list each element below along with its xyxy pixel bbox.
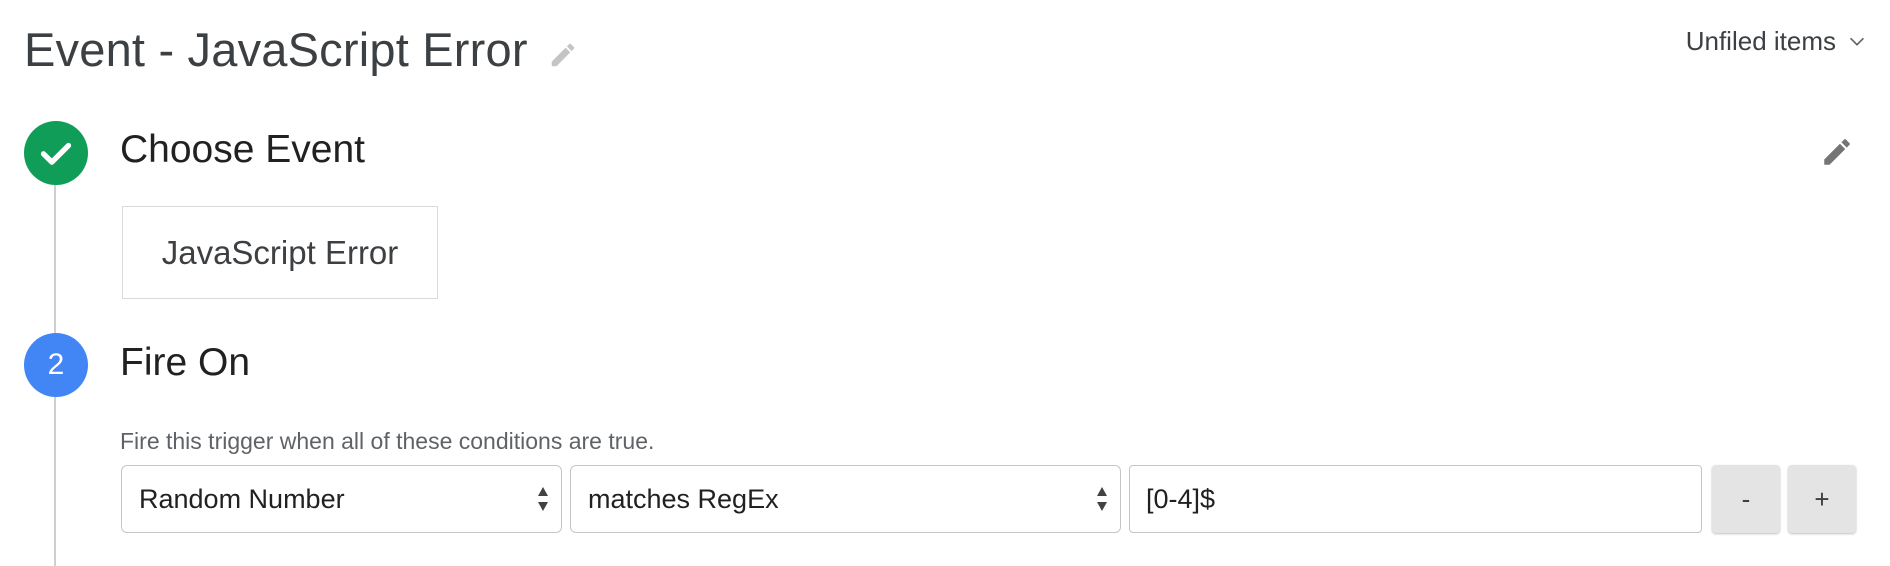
variable-select-value: Random Number: [139, 483, 345, 514]
timeline-connector: [54, 185, 56, 333]
step-number: 2: [47, 348, 65, 381]
step-number-indicator: 2: [24, 333, 88, 397]
operator-select-value: matches RegEx: [588, 483, 779, 514]
folder-dropdown[interactable]: Unfiled items: [1686, 26, 1868, 57]
step-title-fire-on: Fire On: [120, 341, 251, 384]
select-arrows-icon: [1097, 487, 1107, 511]
check-icon: [40, 142, 72, 165]
step-complete-indicator: [24, 121, 88, 185]
select-arrows-icon: [538, 487, 548, 511]
condition-description: Fire this trigger when all of these cond…: [120, 428, 655, 454]
selected-event-card[interactable]: JavaScript Error: [122, 206, 438, 299]
step-title-choose-event: Choose Event: [120, 128, 365, 171]
operator-select[interactable]: matches RegEx: [570, 465, 1121, 533]
add-condition-button[interactable]: +: [1788, 465, 1856, 533]
page-title: Event - JavaScript Error: [24, 23, 528, 76]
folder-label: Unfiled items: [1685, 26, 1836, 56]
edit-event-button[interactable]: [1820, 135, 1854, 169]
pencil-icon: [551, 43, 575, 67]
remove-condition-button[interactable]: -: [1712, 465, 1780, 533]
pencil-icon: [1824, 139, 1850, 165]
timeline-connector: [54, 397, 56, 566]
chevron-down-icon: [1849, 37, 1865, 46]
condition-value-text: [0-4]$: [1146, 483, 1216, 514]
title-edit-button[interactable]: [548, 40, 578, 70]
variable-select[interactable]: Random Number: [121, 465, 562, 533]
condition-value-input[interactable]: [0-4]$: [1129, 465, 1702, 533]
